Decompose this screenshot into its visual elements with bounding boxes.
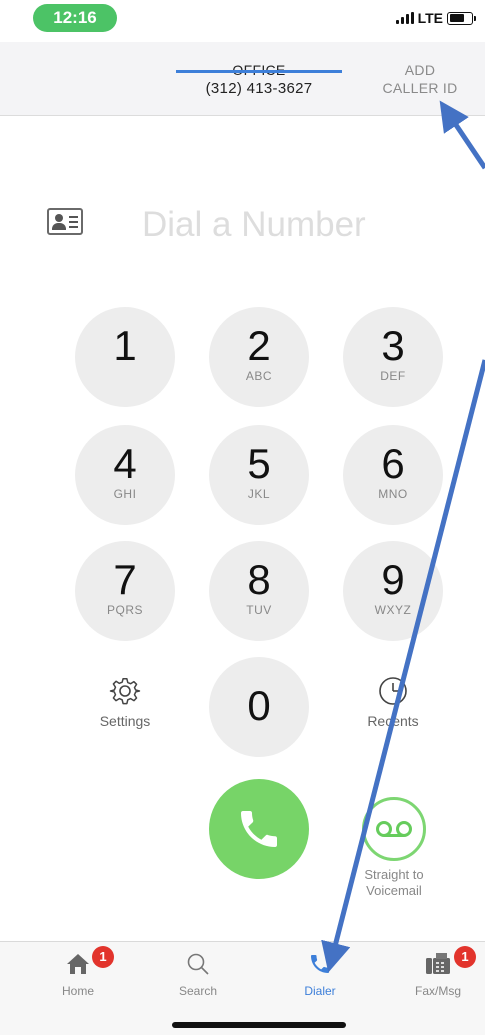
key-digit: 6: [381, 440, 405, 487]
voicemail-circle: [362, 797, 426, 861]
recents-button[interactable]: Recents: [343, 675, 443, 729]
keypad-key-2[interactable]: 2 ABC: [209, 307, 309, 407]
battery-icon: [447, 11, 476, 25]
fax-machine-icon: [426, 953, 450, 974]
caller-id-office-number: (312) 413-3627: [205, 80, 313, 97]
keypad-key-4[interactable]: 4 GHI: [75, 425, 175, 525]
key-digit: 9: [381, 556, 405, 603]
arrow-to-add-caller-id: [439, 100, 485, 170]
gear-icon: [109, 678, 141, 705]
network-type: LTE: [417, 10, 443, 26]
keypad-key-3[interactable]: 3 DEF: [343, 307, 443, 407]
voicemail-label: Straight to Voicemail: [341, 867, 447, 899]
status-time: 12:16: [33, 4, 117, 32]
tab-fax-msg-label: Fax/Msg: [414, 984, 461, 998]
tab-dialer[interactable]: Dialer: [270, 952, 370, 998]
call-button[interactable]: [209, 779, 309, 879]
home-badge: 1: [92, 946, 114, 968]
voicemail-icon: [376, 821, 412, 837]
keypad-key-8[interactable]: 8 TUV: [209, 541, 309, 641]
key-digit: 3: [381, 322, 405, 369]
tab-home[interactable]: Home 1: [28, 946, 128, 998]
dial-number-input[interactable]: [142, 195, 462, 255]
keypad-key-1[interactable]: 1: [75, 307, 175, 407]
keypad-key-5[interactable]: 5 JKL: [209, 425, 309, 525]
selected-tab-indicator: [176, 70, 342, 73]
fax-msg-badge: 1: [454, 946, 476, 968]
tab-home-label: Home: [61, 984, 94, 998]
signal-strength-icon: [395, 12, 414, 24]
caller-id-bar: OFFICE (312) 413-3627 ADD CALLER ID: [0, 42, 485, 116]
status-bar: 12:16 LTE: [0, 0, 485, 40]
key-digit: 1: [113, 322, 137, 369]
keypad-key-7[interactable]: 7 PQRS: [75, 541, 175, 641]
tab-dialer-label: Dialer: [304, 984, 336, 998]
settings-label: Settings: [99, 713, 151, 729]
voicemail-label-line2: Voicemail: [366, 883, 422, 898]
key-letters: DEF: [380, 369, 406, 383]
key-letters: TUV: [246, 603, 272, 617]
caller-id-office-tab[interactable]: OFFICE (312) 413-3627: [176, 62, 342, 97]
key-digit: 8: [247, 556, 271, 603]
status-indicators: LTE: [395, 10, 476, 26]
phone-icon: [311, 955, 329, 973]
home-indicator: [172, 1022, 346, 1028]
key-letters: MNO: [378, 487, 408, 501]
keypad-key-0[interactable]: 0: [209, 657, 309, 757]
tab-fax-msg[interactable]: Fax/Msg 1: [388, 946, 485, 998]
search-icon: [187, 953, 209, 975]
straight-to-voicemail-button[interactable]: Straight to Voicemail: [341, 797, 447, 899]
clock-icon: [379, 677, 407, 705]
add-caller-id-label-bottom: CALLER ID: [382, 80, 458, 96]
tab-search-label: Search: [178, 984, 218, 998]
key-digit: 7: [113, 556, 137, 603]
keypad-key-6[interactable]: 6 MNO: [343, 425, 443, 525]
key-digit: 5: [247, 440, 271, 487]
key-digit: 0: [247, 682, 271, 729]
phone-icon: [241, 811, 277, 847]
add-caller-id-tab[interactable]: ADD CALLER ID: [370, 62, 470, 96]
recents-label: Recents: [367, 713, 419, 729]
key-letters: PQRS: [106, 603, 143, 617]
key-letters: GHI: [113, 487, 137, 501]
key-letters: ABC: [245, 369, 273, 383]
home-icon: [67, 954, 89, 974]
contact-card-icon[interactable]: [47, 208, 83, 235]
key-letters: JKL: [247, 487, 271, 501]
keypad-key-9[interactable]: 9 WXYZ: [343, 541, 443, 641]
key-letters: WXYZ: [374, 603, 412, 617]
bottom-tab-bar: Home 1 Search Dialer Fax/Msg 1: [0, 941, 485, 1035]
key-digit: 2: [247, 322, 271, 369]
add-caller-id-label-top: ADD: [404, 62, 436, 78]
settings-button[interactable]: Settings: [75, 675, 175, 729]
key-digit: 4: [113, 440, 137, 487]
tab-search[interactable]: Search: [148, 952, 248, 998]
voicemail-label-line1: Straight to: [364, 867, 424, 882]
